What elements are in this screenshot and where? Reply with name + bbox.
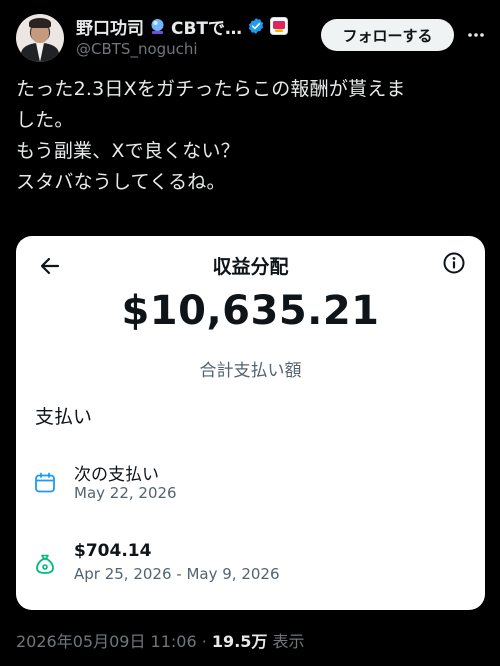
next-payment-date: May 22, 2026 [74,484,177,502]
crystal-ball-emoji-icon [149,18,166,35]
tweet-text: たった2.3日Xをガチったらこの報酬が貰えま した。 もう副業、Xで良くない？ … [16,78,406,193]
next-payment-row: 次の支払い May 22, 2026 [16,460,485,518]
total-payout-amount: $10,635.21 [121,288,380,334]
verified-badge-icon [247,17,265,35]
info-icon[interactable] [442,251,466,275]
more-horizontal-icon[interactable] [462,21,490,49]
affiliate-badge-icon[interactable] [270,17,289,35]
calendar-icon [34,472,56,494]
author-display-name[interactable]: 野口功司 [76,14,144,39]
tweet-meta: 2026年05月09日 11:06 · 19.5万 表示 [16,628,305,652]
payments-section-title: 支払い [35,406,93,428]
meta-separator: · [201,632,207,651]
author-name-row[interactable]: 野口功司 CBTで… [76,14,289,39]
next-payment-label: 次の支払い [74,465,159,485]
card-title: 収益分配 [212,256,289,278]
tweet-header: 野口功司 CBTで… @CBTS_noguchi フォローする [0,0,500,72]
period-payment-amount: $704.14 [74,541,152,561]
view-count-label: 表示 [272,632,305,651]
follow-button[interactable]: フォローする [321,19,454,51]
avatar[interactable] [16,14,64,62]
avatar-hair [29,18,51,28]
period-payment-range: Apr 25, 2026 - May 9, 2026 [74,565,280,583]
tweet-timestamp[interactable]: 2026年05月09日 11:06 [16,632,197,651]
view-count: 19.5万 [211,632,268,651]
author-name-suffix[interactable]: CBTで… [171,14,242,39]
total-payout-label: 合計支払い額 [199,361,302,381]
money-bag-icon [34,553,56,575]
period-payment-row: $704.14 Apr 25, 2026 - May 9, 2026 [16,541,485,599]
revenue-share-card[interactable]: 収益分配 $10,635.21 合計支払い額 支払い 次の支払い May 22,… [16,236,485,610]
author-handle[interactable]: @CBTS_noguchi [76,40,198,58]
